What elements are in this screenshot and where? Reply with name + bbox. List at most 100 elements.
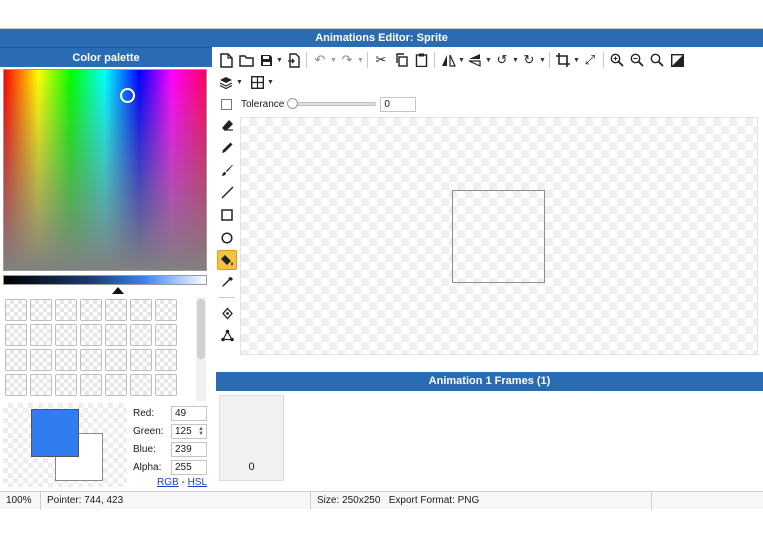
fill-bucket-icon[interactable]: [217, 250, 237, 270]
cut-icon[interactable]: ✂: [371, 50, 391, 70]
anchor-point-icon[interactable]: [217, 303, 237, 323]
drawing-canvas[interactable]: [240, 117, 758, 355]
redo-icon[interactable]: ↷: [337, 50, 357, 70]
crop-dropdown-icon[interactable]: ▼: [573, 57, 580, 64]
color-swatch[interactable]: [5, 349, 27, 371]
green-spinner-icon[interactable]: ▲ ▼: [198, 426, 204, 437]
tolerance-input[interactable]: 0: [380, 96, 417, 112]
status-pointer: Pointer: 744, 423: [41, 491, 311, 510]
alpha-input[interactable]: 255: [171, 459, 207, 475]
resize-icon[interactable]: ⤢: [580, 50, 600, 70]
color-swatch[interactable]: [55, 374, 77, 396]
swatch-scrollbar-thumb[interactable]: [197, 299, 205, 359]
layers-icon[interactable]: [216, 72, 236, 92]
color-swatch[interactable]: [155, 374, 177, 396]
pencil-icon[interactable]: [217, 138, 237, 158]
tolerance-label: Tolerance: [241, 98, 285, 110]
color-swatch[interactable]: [5, 324, 27, 346]
flip-vertical-dropdown-icon[interactable]: ▼: [485, 57, 492, 64]
zoom-out-icon[interactable]: [627, 50, 647, 70]
color-palette-header: Color palette: [0, 47, 212, 67]
export-icon[interactable]: [283, 50, 303, 70]
color-swatch[interactable]: [5, 374, 27, 396]
rotate-right-dropdown-icon[interactable]: ▼: [539, 57, 546, 64]
color-swatch[interactable]: [80, 299, 102, 321]
color-swatch[interactable]: [30, 349, 52, 371]
red-input[interactable]: 49: [171, 405, 207, 421]
primary-color-swatch[interactable]: [31, 409, 79, 457]
lightness-slider[interactable]: [3, 275, 207, 285]
blue-row: Blue: 239: [133, 441, 207, 457]
color-swatch[interactable]: [30, 299, 52, 321]
toggle-background-icon[interactable]: [667, 50, 687, 70]
color-swatch[interactable]: [30, 374, 52, 396]
grid-icon[interactable]: [247, 72, 267, 92]
layers-dropdown-icon[interactable]: ▼: [236, 79, 243, 86]
rotate-left-dropdown-icon[interactable]: ▼: [512, 57, 519, 64]
redo-dropdown-icon[interactable]: ▼: [357, 57, 364, 64]
color-swatch[interactable]: [155, 349, 177, 371]
color-swatch[interactable]: [5, 299, 27, 321]
paste-icon[interactable]: [411, 50, 431, 70]
new-file-icon[interactable]: [216, 50, 236, 70]
nodes-icon[interactable]: [217, 326, 237, 346]
undo-dropdown-icon[interactable]: ▼: [330, 57, 337, 64]
color-swatch[interactable]: [130, 349, 152, 371]
hsl-link[interactable]: HSL: [188, 477, 207, 488]
color-swatch[interactable]: [130, 299, 152, 321]
color-swatch[interactable]: [55, 324, 77, 346]
color-swatch[interactable]: [155, 299, 177, 321]
rgb-link[interactable]: RGB: [157, 477, 179, 488]
green-input[interactable]: 125 ▲ ▼: [171, 423, 207, 439]
color-swatch[interactable]: [130, 374, 152, 396]
color-swatch[interactable]: [30, 324, 52, 346]
line-icon[interactable]: [217, 183, 237, 203]
color-swatch[interactable]: [55, 299, 77, 321]
color-swatch[interactable]: [80, 349, 102, 371]
color-swatch[interactable]: [55, 349, 77, 371]
status-zoom: 100%: [0, 491, 41, 510]
brush-icon[interactable]: [217, 160, 237, 180]
color-mode-links: RGB - HSL: [157, 477, 207, 488]
rectangle-icon[interactable]: [217, 205, 237, 225]
save-icon[interactable]: [256, 50, 276, 70]
color-swatch[interactable]: [155, 324, 177, 346]
color-swatch[interactable]: [105, 324, 127, 346]
crop-icon[interactable]: [553, 50, 573, 70]
animations-editor-window: Animations Editor: Sprite Color palette: [0, 28, 763, 512]
zoom-reset-icon[interactable]: [647, 50, 667, 70]
tolerance-slider[interactable]: [287, 98, 377, 109]
open-folder-icon[interactable]: [236, 50, 256, 70]
save-dropdown-icon[interactable]: ▼: [276, 57, 283, 64]
blue-input[interactable]: 239: [171, 441, 207, 457]
color-swatch[interactable]: [80, 374, 102, 396]
flip-horizontal-icon[interactable]: [438, 50, 458, 70]
color-swatch[interactable]: [80, 324, 102, 346]
tolerance-checkbox[interactable]: [221, 98, 232, 110]
sprite-frame-outline[interactable]: [452, 190, 545, 283]
toolbar-separator: [549, 52, 550, 68]
lightness-slider-handle[interactable]: [112, 287, 124, 294]
frame-thumbnail[interactable]: 0: [219, 395, 284, 481]
blue-label: Blue:: [133, 443, 156, 455]
flip-horizontal-dropdown-icon[interactable]: ▼: [458, 57, 465, 64]
copy-icon[interactable]: [391, 50, 411, 70]
color-swatch[interactable]: [105, 374, 127, 396]
zoom-in-icon[interactable]: [607, 50, 627, 70]
color-spectrum-picker[interactable]: [3, 69, 207, 271]
spectrum-cursor[interactable]: [120, 88, 135, 103]
rotate-right-icon[interactable]: ↻: [519, 50, 539, 70]
color-swatch[interactable]: [130, 324, 152, 346]
flip-vertical-icon[interactable]: [465, 50, 485, 70]
eyedropper-icon[interactable]: [217, 273, 237, 293]
ellipse-icon[interactable]: [217, 228, 237, 248]
color-swatch[interactable]: [105, 299, 127, 321]
grid-dropdown-icon[interactable]: ▼: [267, 79, 274, 86]
undo-icon[interactable]: ↶: [310, 50, 330, 70]
eraser-icon[interactable]: [217, 115, 237, 135]
color-swatch[interactable]: [105, 349, 127, 371]
rotate-left-icon[interactable]: ↺: [492, 50, 512, 70]
red-row: Red: 49: [133, 405, 207, 421]
drawing-tools: [216, 115, 238, 348]
tolerance-slider-handle[interactable]: [287, 98, 299, 109]
